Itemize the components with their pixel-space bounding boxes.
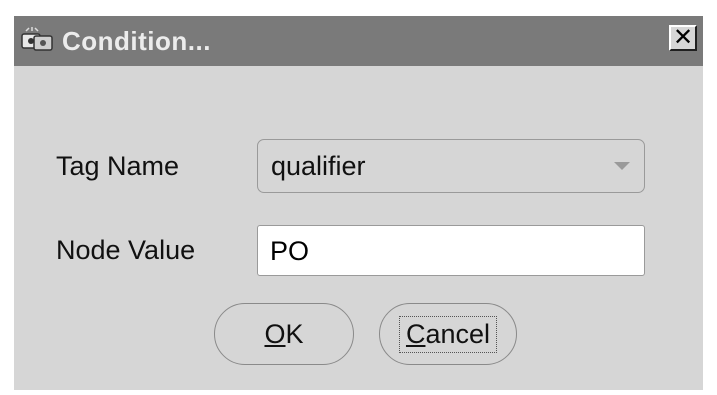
ok-button-label: OK: [264, 318, 304, 349]
chevron-down-icon[interactable]: [614, 162, 630, 170]
dialog-title: Condition...: [62, 26, 211, 56]
cancel-button-label: Cancel: [398, 315, 498, 353]
close-button[interactable]: ✕: [669, 25, 697, 51]
ok-button[interactable]: OK: [214, 303, 354, 365]
node-value-label: Node Value: [56, 235, 196, 265]
tag-name-select[interactable]: qualifier: [257, 139, 645, 193]
title-bar[interactable]: Condition... ✕: [14, 16, 703, 66]
tag-name-label: Tag Name: [56, 151, 180, 181]
tag-name-selected-value: qualifier: [271, 151, 366, 181]
cancel-button[interactable]: Cancel: [379, 303, 517, 365]
app-window-icon: [20, 26, 56, 54]
condition-dialog: Condition... ✕ Tag Name qualifier Node V…: [14, 16, 703, 390]
node-value-input[interactable]: PO: [257, 225, 645, 276]
close-icon: ✕: [672, 24, 694, 51]
